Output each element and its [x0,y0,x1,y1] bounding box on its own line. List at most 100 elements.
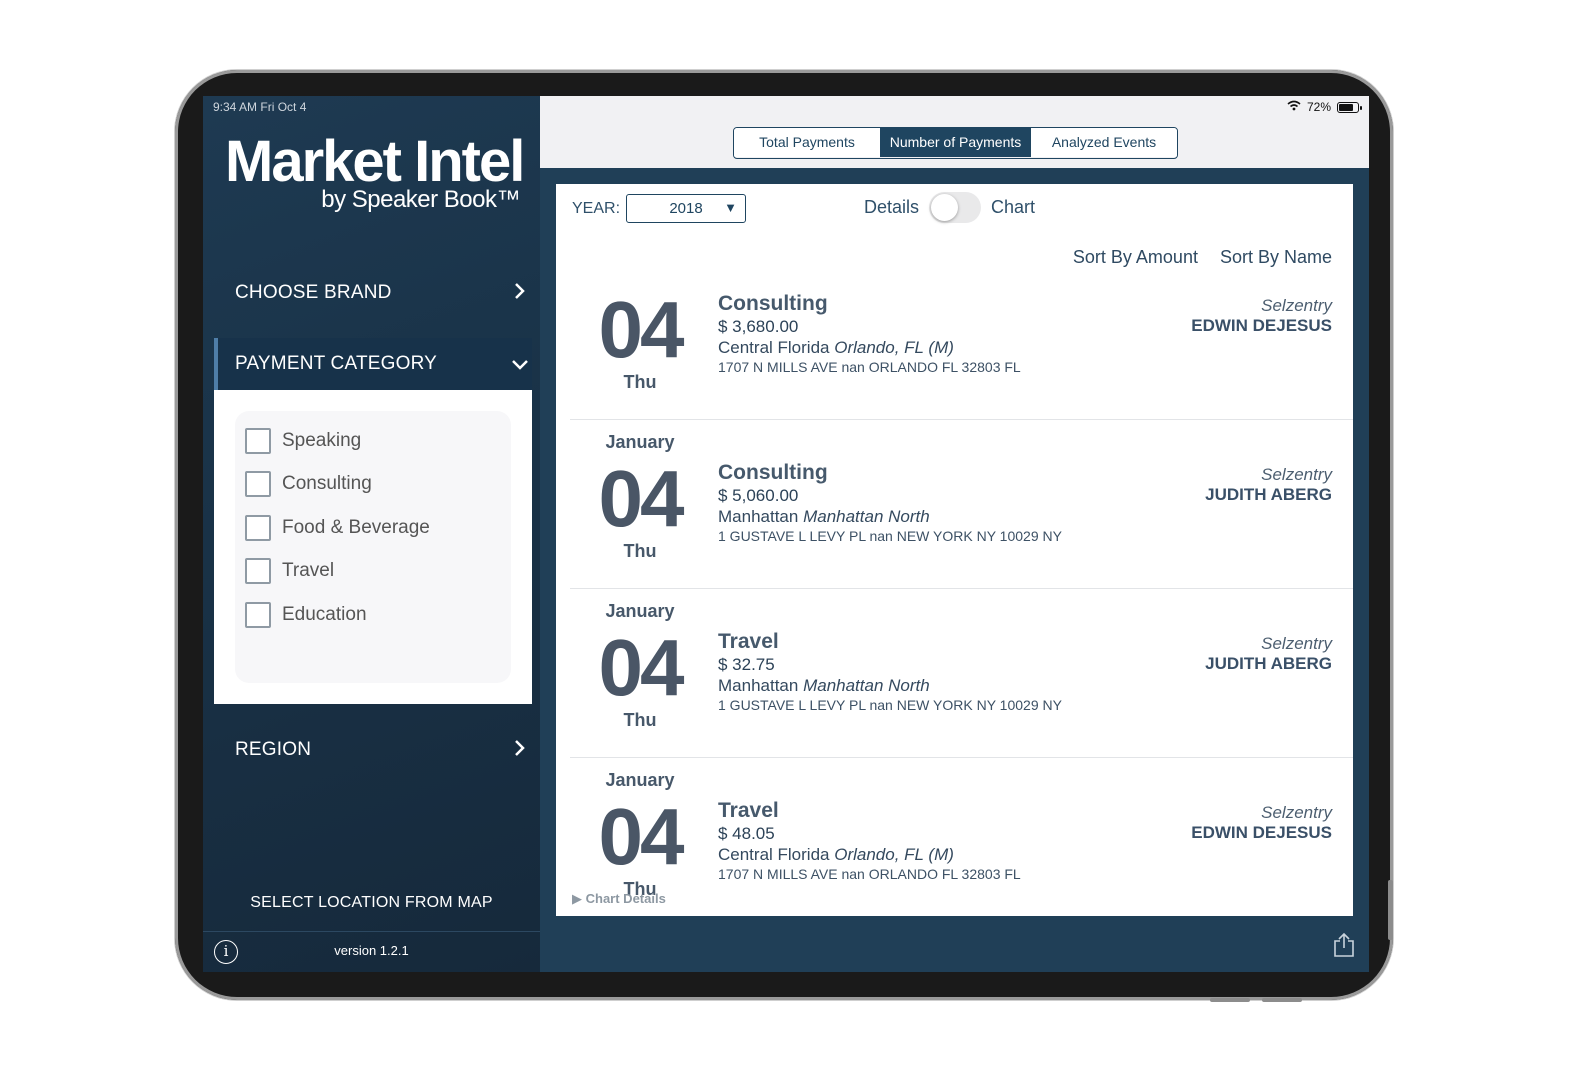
entry-day: 04 [598,792,685,881]
category-travel[interactable]: Travel [235,550,511,594]
entry-amount: $ 48.05 [718,824,775,843]
category-consulting[interactable]: Consulting [235,463,511,507]
volume-button [1388,880,1393,940]
payment-entry[interactable]: 04 Thu Consulting $ 3,680.00 Central Flo… [570,251,1353,420]
entry-category: Travel [718,799,779,822]
category-label: Food & Beverage [282,516,430,538]
category-label: Education [282,603,367,625]
details-chart-toggle[interactable] [929,192,982,223]
entry-location-detail: Orlando, FL (M) [834,338,954,357]
year-value: 2018 [669,200,703,217]
entry-category: Consulting [718,292,828,315]
entry-brand: Selzentry [1261,803,1332,822]
entry-person: EDWIN DEJESUS [1191,316,1332,335]
entry-location-detail: Manhattan North [803,676,930,695]
triangle-right-icon: ▶ [572,891,582,906]
entry-location-name: Central Florida [718,845,830,864]
chevron-down-icon [511,351,529,377]
chart-details-label: Chart Details [585,891,666,906]
entry-amount: $ 5,060.00 [718,486,799,505]
entry-day: 04 [598,454,685,543]
details-chart-toggle-group: Details Chart [864,192,1035,223]
top-button [1210,998,1250,1002]
app-title: Market Intel [225,129,525,194]
choose-brand-row[interactable]: CHOOSE BRAND [203,267,540,319]
entry-address: 1 GUSTAVE L LEVY PL nan NEW YORK NY 1002… [718,697,1062,713]
region-label: REGION [235,739,312,760]
entry-brand: Selzentry [1261,296,1332,315]
entry-weekday: Thu [623,710,657,730]
status-indicators: 72% [1287,100,1362,114]
sidebar-footer: i version 1.2.1 [203,931,540,972]
category-panel: Speaking Consulting Food & Beverage Trav… [214,390,532,704]
view-segmented-control: Total Payments Number of Payments Analyz… [733,127,1178,159]
year-label: YEAR: [572,199,621,217]
year-filter: YEAR: 2018 ▼ [572,194,747,223]
entry-month: January [605,601,675,621]
payment-entry[interactable]: January 04 Thu Travel $ 48.05 Central Fl… [570,758,1353,916]
payment-entry[interactable]: January 04 Thu Consulting $ 5,060.00 Man… [570,420,1353,589]
status-time: 9:34 AM Fri Oct 4 [213,100,307,114]
category-education[interactable]: Education [235,593,511,637]
entry-amount: $ 3,680.00 [718,317,799,336]
app-screen: 9:34 AM Fri Oct 4 Market Intel by Speake… [203,96,1369,972]
chevron-right-icon [514,280,526,306]
food-beverage-checkbox[interactable] [245,514,271,541]
app-subtitle: by Speaker Book™ [321,186,520,213]
chart-details-disclosure[interactable]: ▶ Chart Details [572,891,666,907]
category-label: Travel [282,560,335,582]
select-location-button[interactable]: SELECT LOCATION FROM MAP [203,894,540,912]
payments-card: YEAR: 2018 ▼ Details Chart Sort By Amoun… [556,184,1353,916]
entry-address: 1 GUSTAVE L LEVY PL nan NEW YORK NY 1002… [718,528,1062,544]
battery-icon [1337,101,1362,113]
entry-day: 04 [598,623,685,712]
category-food-beverage[interactable]: Food & Beverage [235,506,511,550]
entry-location-detail: Manhattan North [803,507,930,526]
region-row[interactable]: REGION [203,724,540,776]
chevron-right-icon [514,737,526,763]
entry-amount: $ 32.75 [718,655,775,674]
speaking-checkbox[interactable] [245,427,271,454]
consulting-checkbox[interactable] [245,471,271,498]
entry-address: 1707 N MILLS AVE nan ORLANDO FL 32803 FL [718,359,1021,375]
chart-label: Chart [991,197,1036,217]
category-label: Consulting [282,473,372,495]
battery-percent: 72% [1306,100,1331,114]
education-checkbox[interactable] [245,601,271,628]
tab-total-payments[interactable]: Total Payments [734,128,881,157]
entry-location: Central Florida Orlando, FL (M) [718,845,954,865]
entry-person: JUDITH ABERG [1205,485,1332,504]
payment-entry[interactable]: January 04 Thu Travel $ 32.75 Manhattan … [570,589,1353,758]
category-list: Speaking Consulting Food & Beverage Trav… [235,411,511,683]
payment-category-row[interactable]: PAYMENT CATEGORY [214,338,532,390]
entry-weekday: Thu [623,372,657,392]
tab-number-of-payments[interactable]: Number of Payments [881,128,1031,157]
entry-month: January [605,770,675,790]
entry-brand: Selzentry [1261,634,1332,653]
category-speaking[interactable]: Speaking [235,419,511,463]
entry-location-name: Manhattan [718,507,799,526]
top-button-2 [1262,998,1302,1002]
details-label: Details [864,197,920,217]
wifi-icon [1287,100,1301,114]
entry-address: 1707 N MILLS AVE nan ORLANDO FL 32803 FL [718,866,1021,882]
tab-analyzed-events[interactable]: Analyzed Events [1031,128,1177,157]
year-dropdown[interactable]: 2018 ▼ [626,194,747,223]
entry-category: Travel [718,630,779,653]
entry-category: Consulting [718,461,828,484]
travel-checkbox[interactable] [245,558,271,585]
dropdown-caret-icon: ▼ [724,200,738,215]
entry-location-name: Central Florida [718,338,830,357]
category-label: Speaking [282,429,362,451]
choose-brand-label: CHOOSE BRAND [235,282,392,303]
content-area: YEAR: 2018 ▼ Details Chart Sort By Amoun… [540,168,1369,972]
share-icon[interactable] [1333,932,1355,958]
version-label: version 1.2.1 [334,943,409,958]
entry-location: Manhattan Manhattan North [718,507,930,527]
entry-day: 04 [598,285,685,374]
entry-location-name: Manhattan [718,676,799,695]
entry-month: January [605,432,675,452]
entry-brand: Selzentry [1261,465,1332,484]
entry-person: JUDITH ABERG [1205,654,1332,673]
entry-weekday: Thu [623,541,657,561]
